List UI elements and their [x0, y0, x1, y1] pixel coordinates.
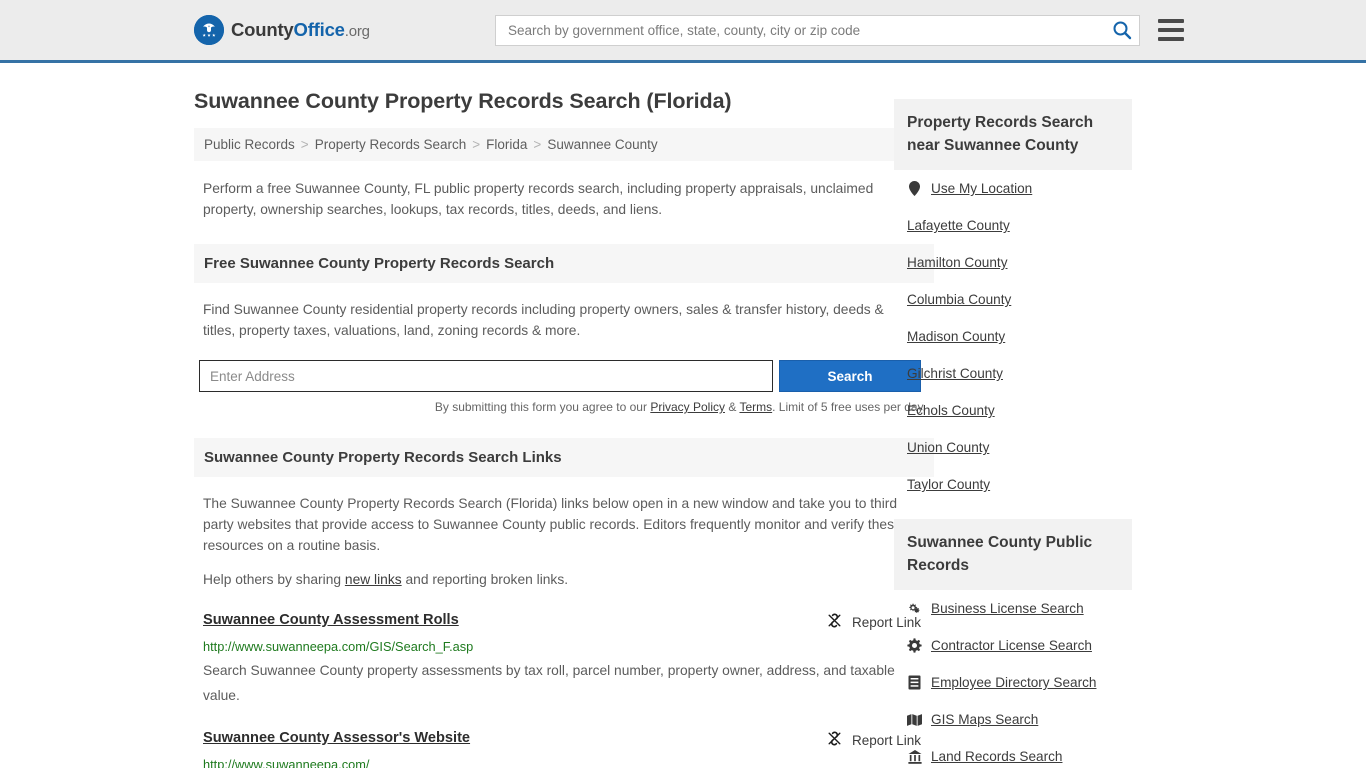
sidebar-block-gap — [894, 503, 1132, 519]
links-section-paragraph-2: Help others by sharing new links and rep… — [203, 569, 919, 590]
landmark-icon — [907, 749, 922, 764]
free-search-description-wrap: Find Suwannee County residential propert… — [203, 299, 919, 341]
sidebar-item-gilchrist-county[interactable]: Gilchrist County — [907, 355, 1119, 392]
free-search-description: Find Suwannee County residential propert… — [203, 299, 919, 341]
result-title-link[interactable]: Suwannee County Assessor's Website — [203, 730, 470, 746]
breadcrumb-separator: > — [533, 137, 541, 152]
privacy-policy-link[interactable]: Privacy Policy — [650, 400, 725, 414]
result-item: Suwannee County Assessor's Website Repor… — [203, 730, 925, 768]
sidebar-item-land-records-search[interactable]: Land Records Search — [907, 738, 1119, 768]
hamburger-bar — [1158, 19, 1184, 23]
sidebar-public-records-heading: Suwannee County Public Records — [894, 519, 1132, 590]
hamburger-bar — [1158, 37, 1184, 41]
sidebar-item-label[interactable]: Echols County — [907, 403, 995, 418]
sidebar-item-columbia-county[interactable]: Columbia County — [907, 281, 1119, 318]
logo-text-org: .org — [345, 23, 370, 40]
links-section-paragraph-1: The Suwannee County Property Records Sea… — [203, 493, 919, 556]
sidebar-item-hamilton-county[interactable]: Hamilton County — [907, 244, 1119, 281]
broken-link-icon — [826, 612, 843, 632]
logo-text-office: Office — [294, 19, 345, 40]
page-intro-text: Perform a free Suwannee County, FL publi… — [203, 178, 903, 220]
search-icon[interactable] — [1111, 19, 1133, 41]
sidebar-item-label[interactable]: Taylor County — [907, 477, 990, 492]
content-columns: Suwannee County Property Records Search … — [194, 63, 1172, 768]
sidebar-item-label[interactable]: Contractor License Search — [931, 638, 1092, 653]
disclaimer-amp: & — [725, 400, 739, 414]
address-input[interactable] — [199, 360, 773, 392]
address-search-form: Search — [199, 360, 921, 392]
result-title-link[interactable]: Suwannee County Assessment Rolls — [203, 612, 459, 628]
form-disclaimer: By submitting this form you agree to our… — [199, 400, 926, 414]
hamburger-bar — [1158, 28, 1184, 32]
sidebar-item-employee-directory-search[interactable]: Employee Directory Search — [907, 664, 1119, 701]
sidebar-nearby-heading: Property Records Search near Suwannee Co… — [894, 99, 1132, 170]
search-box[interactable] — [495, 15, 1140, 46]
breadcrumb: Public Records > Property Records Search > F… — [194, 128, 934, 161]
search-input[interactable] — [506, 22, 1111, 39]
map-icon — [907, 712, 922, 727]
broken-link-icon — [826, 730, 843, 750]
sidebar-item-use-my-location[interactable]: Use My Location — [907, 170, 1119, 207]
sidebar-item-label[interactable]: Union County — [907, 440, 989, 455]
result-header-row: Suwannee County Assessor's Website Repor… — [203, 730, 925, 750]
hamburger-menu-icon[interactable] — [1158, 19, 1184, 41]
links-section-heading: Suwannee County Property Records Search … — [194, 438, 934, 477]
sidebar-item-contractor-license-search[interactable]: Contractor License Search — [907, 627, 1119, 664]
result-header-row: Suwannee County Assessment Rolls Report … — [203, 612, 925, 632]
site-logo[interactable]: CountyOffice.org — [194, 15, 370, 45]
sidebar-item-gis-maps-search[interactable]: GIS Maps Search — [907, 701, 1119, 738]
sidebar-item-lafayette-county[interactable]: Lafayette County — [907, 207, 1119, 244]
breadcrumb-item-florida[interactable]: Florida — [486, 137, 527, 152]
sidebar-item-label[interactable]: Lafayette County — [907, 218, 1010, 233]
logo-text-county: County — [231, 19, 294, 40]
cog-icon — [907, 638, 922, 653]
sidebar-top-spacer — [894, 63, 1132, 99]
result-item: Suwannee County Assessment Rolls Report … — [203, 612, 925, 708]
sidebar-public-records-list: Business License Search Contractor Licen… — [894, 590, 1132, 768]
sidebar-item-business-license-search[interactable]: Business License Search — [907, 590, 1119, 627]
id-card-icon — [907, 675, 922, 690]
site-header: CountyOffice.org — [0, 0, 1366, 63]
sidebar-item-label[interactable]: GIS Maps Search — [931, 712, 1038, 727]
page-title: Suwannee County Property Records Search … — [194, 89, 934, 114]
sidebar-item-label[interactable]: Employee Directory Search — [931, 675, 1096, 690]
map-pin-icon — [907, 181, 922, 196]
result-description: Search Suwannee County property assessme… — [203, 658, 913, 708]
breadcrumb-item-property-records-search[interactable]: Property Records Search — [315, 137, 467, 152]
sidebar-item-label[interactable]: Business License Search — [931, 601, 1084, 616]
sidebar: Property Records Search near Suwannee Co… — [894, 63, 1132, 768]
page-container: Suwannee County Property Records Search … — [0, 63, 1366, 768]
breadcrumb-item-public-records[interactable]: Public Records — [204, 137, 295, 152]
sidebar-item-madison-county[interactable]: Madison County — [907, 318, 1119, 355]
breadcrumb-separator: > — [301, 137, 309, 152]
sidebar-item-label[interactable]: Columbia County — [907, 292, 1011, 307]
new-links-link[interactable]: new links — [345, 572, 402, 587]
site-logo-text: CountyOffice.org — [231, 19, 370, 41]
disclaimer-prefix: By submitting this form you agree to our — [435, 400, 650, 414]
sidebar-item-union-county[interactable]: Union County — [907, 429, 1119, 466]
links-section-body: The Suwannee County Property Records Sea… — [203, 493, 919, 590]
result-url[interactable]: http://www.suwanneepa.com/GIS/Search_F.a… — [203, 639, 925, 654]
cogs-icon — [907, 601, 922, 616]
breadcrumb-separator: > — [472, 137, 480, 152]
sidebar-item-label[interactable]: Gilchrist County — [907, 366, 1003, 381]
sidebar-nearby-list: Use My Location Lafayette County Hamilto… — [894, 170, 1132, 503]
free-search-heading: Free Suwannee County Property Records Se… — [194, 244, 934, 283]
sidebar-nearby-block: Property Records Search near Suwannee Co… — [894, 99, 1132, 503]
sidebar-item-label[interactable]: Land Records Search — [931, 749, 1062, 764]
sidebar-item-taylor-county[interactable]: Taylor County — [907, 466, 1119, 503]
sidebar-item-label[interactable]: Use My Location — [931, 181, 1032, 196]
main-column: Suwannee County Property Records Search … — [194, 63, 934, 768]
sidebar-item-label[interactable]: Madison County — [907, 329, 1005, 344]
eagle-seal-icon — [194, 15, 224, 45]
sidebar-public-records-block: Suwannee County Public Records Business … — [894, 519, 1132, 768]
share-prefix: Help others by sharing — [203, 572, 345, 587]
share-suffix: and reporting broken links. — [402, 572, 568, 587]
global-search — [495, 15, 1140, 46]
sidebar-item-echols-county[interactable]: Echols County — [907, 392, 1119, 429]
terms-link[interactable]: Terms — [739, 400, 772, 414]
sidebar-item-label[interactable]: Hamilton County — [907, 255, 1008, 270]
breadcrumb-item-suwannee-county[interactable]: Suwannee County — [547, 137, 657, 152]
result-url[interactable]: http://www.suwanneepa.com/ — [203, 757, 925, 768]
